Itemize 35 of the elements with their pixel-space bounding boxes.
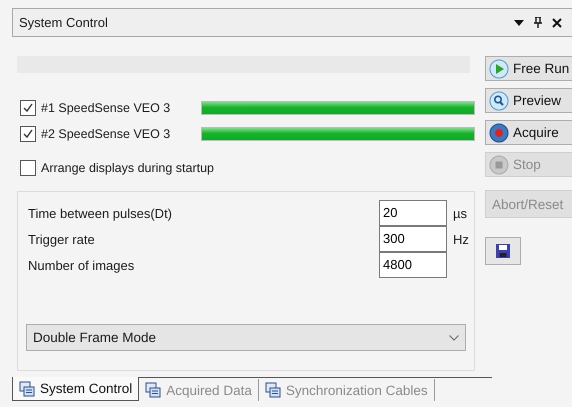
camera-label: #1 SpeedSense VEO 3 bbox=[41, 101, 172, 115]
checkbox[interactable] bbox=[20, 100, 36, 116]
mode-dropdown[interactable]: Double Frame Mode bbox=[26, 324, 466, 351]
action-button[interactable]: Free Run bbox=[485, 56, 572, 81]
close-icon[interactable] bbox=[552, 18, 562, 28]
checkbox-label: Arrange displays during startup bbox=[41, 161, 214, 175]
checkbox[interactable] bbox=[20, 126, 36, 142]
parameter-label: Time between pulses(Dt) bbox=[27, 206, 174, 220]
input-field[interactable]: 20 bbox=[379, 200, 447, 226]
play-icon bbox=[489, 58, 509, 78]
save-button[interactable] bbox=[485, 237, 521, 265]
checkmark-icon bbox=[22, 102, 34, 114]
magnifier-icon bbox=[489, 90, 509, 110]
input-field[interactable]: 4800 bbox=[379, 252, 447, 278]
record-icon bbox=[489, 122, 509, 142]
tab[interactable]: System Control bbox=[12, 377, 140, 401]
input-field[interactable]: 300 bbox=[379, 226, 447, 252]
panel-title: System Control bbox=[19, 15, 109, 30]
camera-label: #2 SpeedSense VEO 3 bbox=[41, 127, 172, 141]
unit-label: Hz bbox=[453, 232, 469, 246]
dropdown-icon[interactable] bbox=[514, 20, 524, 26]
save-icon bbox=[495, 243, 511, 259]
window-icon bbox=[19, 380, 35, 396]
parameter-label: Trigger rate bbox=[27, 232, 96, 246]
pin-icon[interactable] bbox=[534, 17, 542, 28]
chevron-icon bbox=[449, 334, 459, 340]
action-button[interactable]: Acquire bbox=[485, 120, 572, 145]
checkmark-icon bbox=[22, 128, 34, 140]
unit-label: µs bbox=[453, 206, 467, 220]
window-icon bbox=[145, 382, 162, 398]
stop-icon bbox=[489, 154, 509, 174]
action-button[interactable]: Preview bbox=[485, 88, 572, 113]
window-icon bbox=[264, 382, 281, 398]
checkbox[interactable] bbox=[20, 160, 36, 176]
parameter-label: Number of images bbox=[27, 258, 136, 272]
